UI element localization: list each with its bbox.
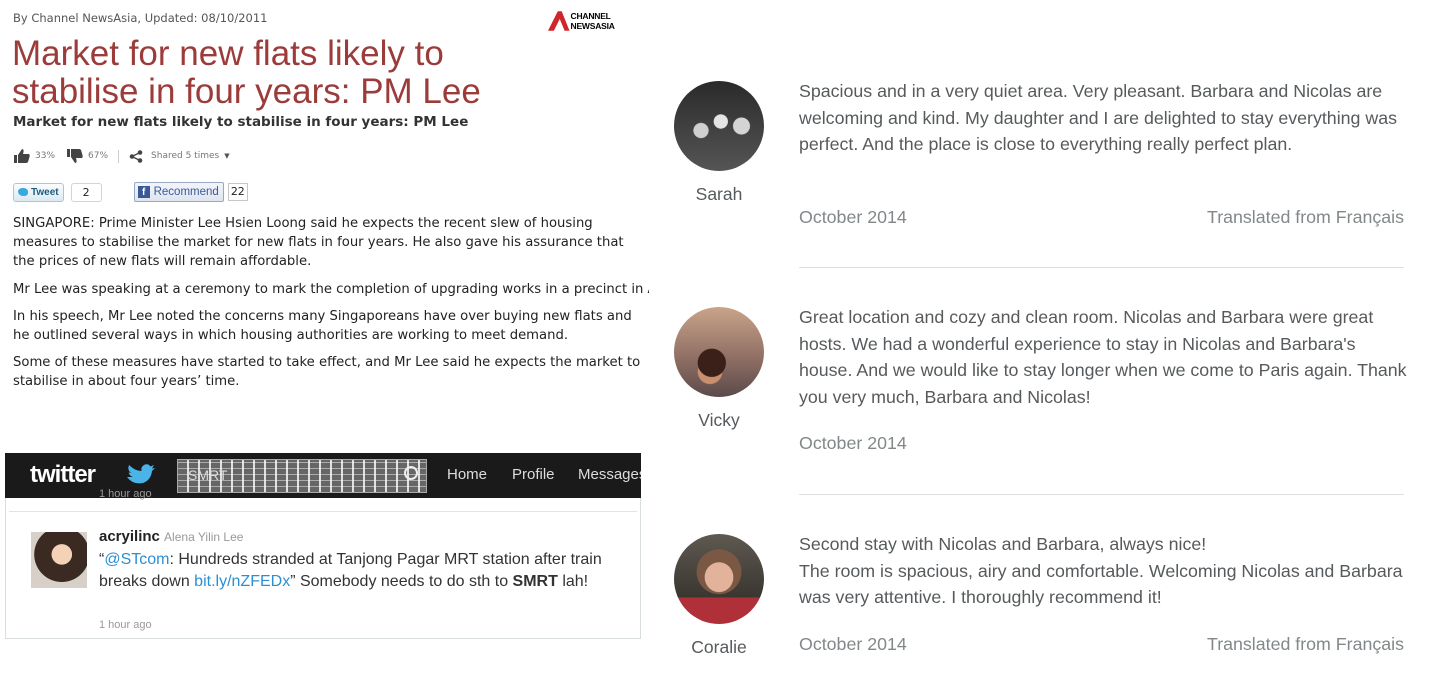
nav-home[interactable]: Home bbox=[447, 466, 487, 483]
article-subheadline: Market for new flats likely to stabilise… bbox=[13, 114, 469, 130]
article-body: SINGAPORE: Prime Minister Lee Hsien Loon… bbox=[13, 214, 649, 400]
tweet-author[interactable]: acryilinc Alena Yilin Lee bbox=[99, 528, 243, 545]
channel-newsasia-a-icon bbox=[548, 11, 570, 31]
translated-from-link[interactable]: Translated from Français bbox=[1207, 634, 1404, 655]
tweet-count: 2 bbox=[70, 182, 102, 202]
twitter-search-input[interactable]: SMRT bbox=[177, 459, 427, 493]
thumbs-down-icon bbox=[67, 149, 83, 163]
reviewer-name[interactable]: Vicky bbox=[674, 410, 764, 431]
article-stats: 33% 67% Shared 5 times ▼ bbox=[14, 149, 230, 163]
thumbs-up-icon bbox=[14, 149, 30, 163]
like-percent: 33% bbox=[35, 151, 56, 161]
article-headline: Market for new flats likely to stabilise… bbox=[12, 34, 481, 111]
facebook-recommend-button[interactable]: f Recommend bbox=[133, 182, 224, 202]
reviews-panel: Sarah Spacious and in a very quiet area.… bbox=[660, 0, 1433, 675]
review-text: Second stay with Nicolas and Barbara, al… bbox=[799, 534, 1403, 608]
nav-messages[interactable]: Messages bbox=[578, 466, 641, 483]
dislike-percent: 67% bbox=[88, 151, 109, 161]
full-name: Alena Yilin Lee bbox=[164, 530, 244, 544]
dislike-button[interactable]: 67% bbox=[67, 149, 108, 163]
news-article: By Channel NewsAsia, Updated: 08/10/2011… bbox=[0, 0, 655, 440]
translated-from-link[interactable]: Translated from Français bbox=[1207, 207, 1404, 228]
avatar[interactable] bbox=[674, 534, 764, 624]
tweet-timestamp: 1 hour ago bbox=[99, 488, 152, 500]
review-date: October 2014 bbox=[799, 634, 907, 654]
byline: By Channel NewsAsia, Updated: 08/10/2011 bbox=[13, 11, 268, 25]
nav-profile[interactable]: Profile bbox=[512, 466, 555, 483]
username[interactable]: acryilinc bbox=[99, 528, 160, 545]
caret-down-icon: ▼ bbox=[224, 152, 230, 160]
logo-text: CHANNEL NEWSASIA bbox=[570, 11, 615, 31]
facebook-icon: f bbox=[137, 186, 150, 198]
twitter-logo[interactable]: twitter bbox=[30, 461, 96, 489]
tweet-timestamp[interactable]: 1 hour ago bbox=[99, 619, 152, 631]
share-dropdown[interactable]: Shared 5 times ▼ bbox=[129, 149, 230, 163]
article-paragraph: SINGAPORE: Prime Minister Lee Hsien Loon… bbox=[13, 216, 624, 270]
review-text: Great location and cozy and clean room. … bbox=[799, 307, 1407, 407]
bold-keyword: SMRT bbox=[512, 572, 558, 590]
social-share-bar: Tweet 2 f Recommend 22 bbox=[13, 182, 248, 202]
review-text: Spacious and in a very quiet area. Very … bbox=[799, 81, 1397, 155]
avatar[interactable] bbox=[674, 81, 764, 171]
twitter-bird-icon bbox=[18, 188, 28, 196]
review-divider bbox=[799, 267, 1404, 268]
twitter-screenshot: twitter SMRT Home Profile Messages 1 hou… bbox=[5, 453, 641, 643]
mention-link[interactable]: @STcom bbox=[104, 551, 169, 568]
search-icon[interactable] bbox=[404, 466, 418, 480]
stats-divider bbox=[118, 149, 120, 163]
review-date: October 2014 bbox=[799, 433, 907, 453]
tweet-divider bbox=[9, 511, 637, 512]
article-paragraph: In his speech, Mr Lee noted the concerns… bbox=[13, 308, 632, 344]
tweet-button[interactable]: Tweet bbox=[13, 182, 64, 202]
reviewer-name[interactable]: Coralie bbox=[674, 637, 764, 658]
tweet-text: “@STcom: Hundreds stranded at Tanjong Pa… bbox=[99, 551, 602, 590]
review-date: October 2014 bbox=[799, 207, 907, 227]
shared-count: Shared 5 times bbox=[151, 151, 220, 161]
like-button[interactable]: 33% bbox=[14, 149, 55, 163]
avatar[interactable] bbox=[31, 532, 87, 588]
article-paragraph: Some of these measures have started to t… bbox=[13, 355, 641, 390]
share-icon bbox=[129, 149, 143, 163]
reviewer-name[interactable]: Sarah bbox=[674, 184, 764, 205]
twitter-bird-icon bbox=[127, 464, 155, 484]
short-link[interactable]: bit.ly/nZFEDx bbox=[194, 573, 290, 590]
recommend-count: 22 bbox=[227, 183, 248, 201]
channel-newsasia-logo: CHANNEL NEWSASIA bbox=[548, 11, 655, 31]
article-paragraph: Mr Lee was speaking at a ceremony to mar… bbox=[13, 281, 649, 297]
review-divider bbox=[799, 494, 1404, 495]
avatar[interactable] bbox=[674, 307, 764, 397]
